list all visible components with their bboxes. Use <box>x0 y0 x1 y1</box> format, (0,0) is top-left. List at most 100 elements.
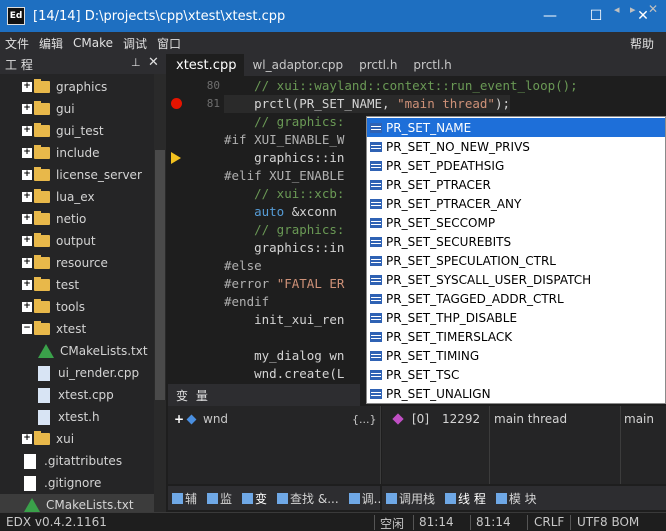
editor-tab[interactable]: xtest.cpp <box>168 54 245 76</box>
expand-icon[interactable]: + <box>174 412 184 426</box>
tree-item[interactable]: CMakeLists.txt <box>0 340 154 362</box>
completion-item[interactable]: PR_SET_SPECULATION_CTRL <box>367 251 665 270</box>
code-line[interactable]: wnd.create(L <box>224 365 344 382</box>
tree-item[interactable]: xtest.cpp <box>0 384 154 406</box>
expand-icon[interactable]: + <box>22 192 32 202</box>
code-line[interactable]: graphics::in <box>224 239 344 257</box>
editor-tab[interactable]: wl_adaptor.cpp <box>244 54 351 76</box>
code-line[interactable]: #endif <box>224 293 269 311</box>
tree-item[interactable]: .gitignore <box>0 472 154 494</box>
expand-icon[interactable]: + <box>22 236 32 246</box>
code-line[interactable]: #if XUI_ENABLE_W <box>224 131 344 149</box>
tab-threads[interactable]: 线 程 <box>441 490 486 507</box>
tree-item[interactable]: + gui_test <box>0 120 154 142</box>
editor-tab[interactable]: prctl.h <box>351 54 405 76</box>
code-line[interactable]: auto &xconn <box>224 203 337 221</box>
completion-item[interactable]: PR_SET_SYSCALL_USER_DISPATCH <box>367 270 665 289</box>
expand-icon[interactable]: + <box>22 280 32 290</box>
collapse-icon[interactable]: − <box>22 324 32 334</box>
menu-debug[interactable]: 调试 <box>118 35 152 52</box>
editor-tab[interactable]: prctl.h <box>405 54 459 76</box>
completion-item[interactable]: PR_SET_TIMERSLACK <box>367 327 665 346</box>
tree-item[interactable]: + netio <box>0 208 154 230</box>
completion-item[interactable]: PR_SET_UNALIGN <box>367 384 665 403</box>
expand-icon[interactable]: + <box>22 104 32 114</box>
menu-window[interactable]: 窗口 <box>152 35 186 52</box>
tree-item[interactable]: + license_server <box>0 164 154 186</box>
tree-item[interactable]: xtest.h <box>0 406 154 428</box>
completion-item[interactable]: PR_SET_PDEATHSIG <box>367 156 665 175</box>
tree-item[interactable]: + graphics <box>0 76 154 98</box>
thread-row[interactable]: [0] 12292 main thread main <box>382 410 666 428</box>
expand-icon[interactable]: + <box>22 434 32 444</box>
menu-edit[interactable]: 编辑 <box>34 35 68 52</box>
tree-item[interactable]: + output <box>0 230 154 252</box>
tab-watch[interactable]: 监 <box>203 490 232 507</box>
code-token: // xui::xcb: <box>224 186 345 201</box>
completion-item[interactable]: PR_SET_TIMING <box>367 346 665 365</box>
tree-item[interactable]: + tools <box>0 296 154 318</box>
tree-item[interactable]: + test <box>0 274 154 296</box>
breakpoint-icon[interactable] <box>171 98 182 109</box>
tree-item[interactable]: + gui <box>0 98 154 120</box>
menu-file[interactable]: 文件 <box>0 35 34 52</box>
code-line[interactable]: // graphics: <box>224 221 344 239</box>
maximize-button[interactable]: ☐ <box>573 0 619 32</box>
code-line[interactable]: // xui::wayland::context::run_event_loop… <box>224 77 578 95</box>
completion-item[interactable]: PR_SET_THP_DISABLE <box>367 308 665 327</box>
tab-close-icon[interactable]: ✕ <box>648 2 658 16</box>
panel-divider[interactable] <box>380 406 381 484</box>
code-line[interactable]: #else <box>224 257 262 275</box>
expand-icon[interactable]: + <box>22 148 32 158</box>
tab-find[interactable]: 查找 &... <box>273 490 339 507</box>
tree-item[interactable]: + xui <box>0 428 154 450</box>
tab-next-icon[interactable]: ▸ <box>630 3 636 16</box>
code-line[interactable]: #error "FATAL ER <box>224 275 344 293</box>
expand-icon[interactable]: + <box>22 302 32 312</box>
tab-modules[interactable]: 模 块 <box>492 490 537 507</box>
minimize-button[interactable]: — <box>527 0 573 32</box>
menu-bar: 文件 编辑 CMake 调试 窗口 帮助 <box>0 32 666 54</box>
completion-item[interactable]: PR_SET_PTRACER <box>367 175 665 194</box>
completion-item[interactable]: PR_SET_TAGGED_ADDR_CTRL <box>367 289 665 308</box>
completion-item[interactable]: PR_SET_SECUREBITS <box>367 232 665 251</box>
expand-icon[interactable]: + <box>22 82 32 92</box>
code-line[interactable]: #elif XUI_ENABLE <box>224 167 344 185</box>
expand-icon[interactable]: + <box>22 258 32 268</box>
code-line[interactable]: my_dialog wn <box>224 347 344 365</box>
tree-item[interactable]: + lua_ex <box>0 186 154 208</box>
menu-cmake[interactable]: CMake <box>68 36 118 50</box>
tree-item[interactable]: + include <box>0 142 154 164</box>
completion-item[interactable]: PR_SET_NAME <box>367 118 665 137</box>
code-line[interactable]: prctl(PR_SET_NAME, "main thread"); <box>224 95 510 113</box>
expand-icon[interactable]: + <box>22 214 32 224</box>
tab-prev-icon[interactable]: ◂ <box>614 3 620 16</box>
code-line[interactable]: graphics::in <box>224 149 344 167</box>
expand-icon[interactable]: + <box>22 170 32 180</box>
tab-output[interactable]: 辅 <box>168 490 197 507</box>
menu-help[interactable]: 帮助 <box>630 35 654 52</box>
completion-item[interactable]: PR_SET_NO_NEW_PRIVS <box>367 137 665 156</box>
project-close-icon[interactable]: ✕ <box>148 55 159 70</box>
tree-item[interactable]: CMakeLists.txt <box>0 494 154 514</box>
tree-item[interactable]: .gitattributes <box>0 450 154 472</box>
tree-item[interactable]: − xtest <box>0 318 154 340</box>
completion-item[interactable]: PR_SET_TSC <box>367 365 665 384</box>
code-line[interactable]: // graphics: <box>224 113 344 131</box>
pin-icon[interactable]: ⊥ <box>131 56 141 69</box>
tab-variables[interactable]: 变 <box>238 490 267 507</box>
tab-callstack[interactable]: 调用栈 <box>382 490 435 507</box>
expand-icon[interactable]: + <box>22 126 32 136</box>
project-tree-scroll-thumb[interactable] <box>155 150 165 400</box>
code-line[interactable]: // xui::xcb: <box>224 185 344 203</box>
tree-item[interactable]: + resource <box>0 252 154 274</box>
tree-item[interactable]: ui_render.cpp <box>0 362 154 384</box>
completion-item[interactable]: PR_SET_PTRACER_ANY <box>367 194 665 213</box>
close-button[interactable]: ✕ <box>620 0 666 32</box>
status-encoding[interactable]: UTF8 BOM <box>577 515 639 529</box>
status-eol[interactable]: CRLF <box>534 515 564 529</box>
tab-debug[interactable]: 调... <box>345 490 385 507</box>
variable-row[interactable]: + wnd {...} <box>168 410 380 428</box>
completion-item[interactable]: PR_SET_SECCOMP <box>367 213 665 232</box>
code-line[interactable]: init_xui_ren <box>224 311 344 329</box>
